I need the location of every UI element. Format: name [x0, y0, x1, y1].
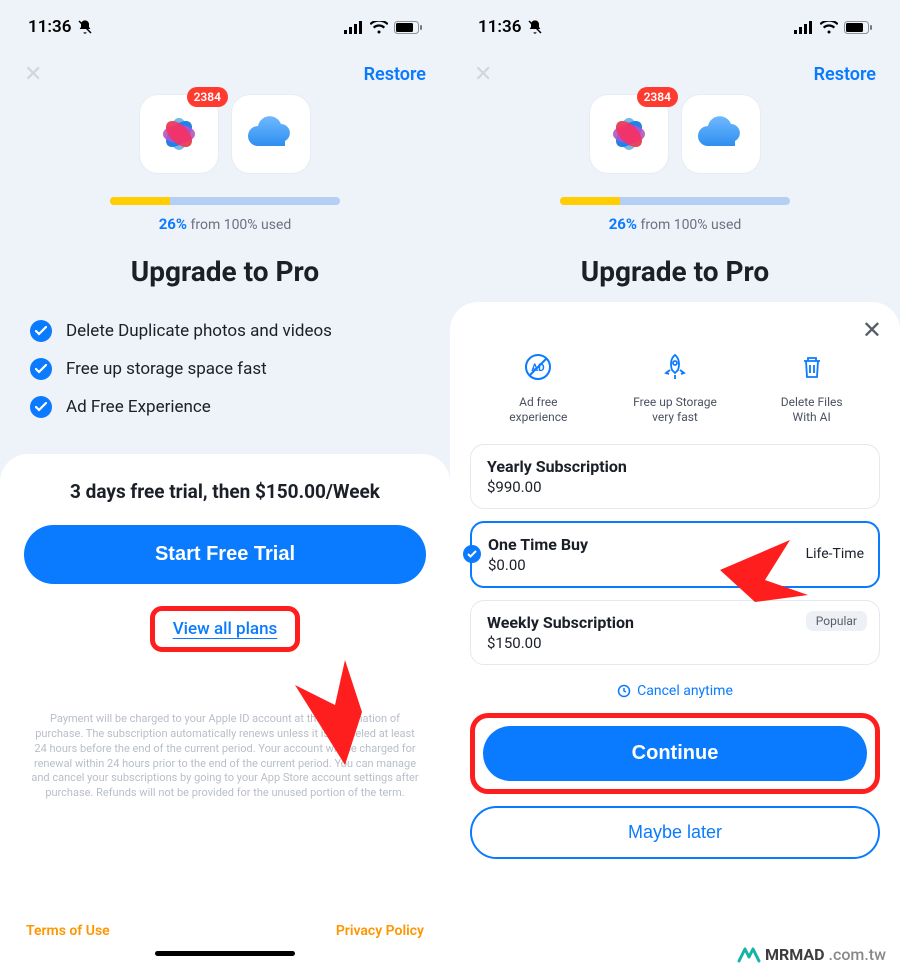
cancel-anytime-note: Cancel anytime — [470, 683, 880, 699]
wifi-icon — [370, 21, 388, 34]
battery-icon — [844, 21, 872, 34]
hero-icons: 2384 — [0, 95, 450, 173]
bell-off-icon — [77, 19, 93, 35]
feature-item: Delete Duplicate photos and videos — [30, 312, 420, 350]
photos-app-icon: 2384 — [140, 95, 218, 173]
feature-item: Free up storage space fast — [30, 350, 420, 388]
privacy-link[interactable]: Privacy Policy — [336, 923, 424, 939]
benefit-label: Delete Files — [781, 395, 843, 409]
rocket-icon — [660, 352, 690, 382]
progress-bar — [110, 197, 340, 205]
trial-description: 3 days free trial, then $150.00/Week — [24, 480, 426, 503]
plan-selected-check-icon — [463, 545, 481, 563]
close-plans-icon[interactable]: ✕ — [862, 316, 882, 344]
check-icon — [30, 358, 52, 380]
page-title: Upgrade to Pro — [450, 255, 900, 288]
feature-text: Free up storage space fast — [66, 359, 267, 379]
check-icon — [30, 320, 52, 342]
clock-icon — [617, 684, 631, 698]
progress-text: 26% from 100% used — [560, 215, 790, 233]
cloud-icon — [695, 116, 747, 152]
benefit-free-storage: Free up Storagevery fast — [620, 352, 730, 426]
check-icon — [30, 396, 52, 418]
photos-flower-icon — [154, 109, 204, 159]
top-nav: ✕ Restore — [450, 48, 900, 91]
storage-progress: 26% from 100% used — [560, 197, 790, 233]
plan-price: $990.00 — [487, 478, 863, 496]
top-nav: ✕ Restore — [0, 48, 450, 91]
storage-progress: 26% from 100% used — [110, 197, 340, 233]
cellular-icon — [794, 21, 814, 34]
close-icon[interactable]: ✕ — [474, 62, 492, 87]
progress-bar — [560, 197, 790, 205]
legal-fine-print: Payment will be charged to your Apple ID… — [24, 712, 426, 801]
plan-yearly[interactable]: Yearly Subscription $990.00 — [470, 444, 880, 509]
battery-icon — [394, 21, 422, 34]
photos-flower-icon — [604, 109, 654, 159]
bell-off-icon — [527, 19, 543, 35]
restore-button[interactable]: Restore — [814, 64, 876, 85]
trial-card: 3 days free trial, then $150.00/Week Sta… — [0, 454, 450, 978]
photos-app-icon: 2384 — [590, 95, 668, 173]
plan-weekly[interactable]: Popular Weekly Subscription $150.00 — [470, 600, 880, 665]
plan-name: Yearly Subscription — [487, 457, 863, 476]
popular-tag: Popular — [806, 611, 867, 631]
restore-button[interactable]: Restore — [364, 64, 426, 85]
continue-button[interactable]: Continue — [483, 726, 867, 781]
hero-icons: 2384 — [450, 95, 900, 173]
status-time: 11:36 — [478, 17, 521, 37]
terms-link[interactable]: Terms of Use — [26, 923, 110, 939]
footer-links: Terms of Use Privacy Policy — [24, 917, 426, 943]
watermark-domain: .com.tw — [829, 945, 886, 964]
trash-icon — [797, 352, 827, 382]
feature-list: Delete Duplicate photos and videos Free … — [30, 312, 420, 426]
progress-fill — [560, 197, 620, 205]
photos-badge-count: 2384 — [637, 87, 678, 107]
watermark: MRMAD.com.tw — [737, 945, 886, 964]
progress-suffix: from 100% used — [637, 217, 741, 233]
progress-text: 26% from 100% used — [110, 215, 340, 233]
benefits-row: AD Ad freeexperience Free up Storagevery… — [470, 352, 880, 426]
progress-percent: 26% — [609, 215, 637, 233]
start-free-trial-button[interactable]: Start Free Trial — [24, 525, 426, 584]
progress-fill — [110, 197, 170, 205]
feature-text: Delete Duplicate photos and videos — [66, 321, 332, 341]
status-bar: 11:36 — [0, 0, 450, 48]
status-bar: 11:36 — [450, 0, 900, 48]
benefit-ad-free: AD Ad freeexperience — [483, 352, 593, 426]
cloud-icon — [245, 116, 297, 152]
benefit-label: Free up Storage — [633, 395, 717, 409]
screen-left: 11:36 ✕ Restore — [0, 0, 450, 978]
benefit-label: With AI — [793, 410, 831, 424]
progress-percent: 26% — [159, 215, 187, 233]
benefit-delete-ai: Delete FilesWith AI — [757, 352, 867, 426]
plan-price: $150.00 — [487, 634, 863, 652]
icloud-app-icon — [682, 95, 760, 173]
feature-item: Ad Free Experience — [30, 388, 420, 426]
watermark-logo-icon — [737, 947, 761, 963]
benefit-label: very fast — [652, 410, 698, 424]
continue-highlight: Continue — [470, 713, 880, 794]
ad-free-icon: AD — [523, 352, 553, 382]
icloud-app-icon — [232, 95, 310, 173]
view-all-plans-link[interactable]: View all plans — [150, 606, 301, 652]
page-title: Upgrade to Pro — [0, 255, 450, 288]
screen-right: 11:36 ✕ Restore — [450, 0, 900, 978]
benefit-label: experience — [509, 410, 567, 424]
home-indicator[interactable] — [155, 951, 295, 956]
plan-duration: Life-Time — [806, 546, 864, 562]
plans-card: ✕ AD Ad freeexperience Free up Storageve… — [450, 302, 900, 978]
cancel-anytime-text: Cancel anytime — [637, 683, 733, 699]
benefit-label: Ad free — [519, 395, 557, 409]
photos-badge-count: 2384 — [187, 87, 228, 107]
maybe-later-button[interactable]: Maybe later — [470, 806, 880, 859]
feature-text: Ad Free Experience — [66, 397, 211, 417]
status-time: 11:36 — [28, 17, 71, 37]
close-icon[interactable]: ✕ — [24, 62, 42, 87]
cellular-icon — [344, 21, 364, 34]
progress-suffix: from 100% used — [187, 217, 291, 233]
watermark-brand: MRMAD — [765, 945, 825, 964]
wifi-icon — [820, 21, 838, 34]
plan-one-time[interactable]: One Time Buy $0.00 Life-Time — [470, 521, 880, 588]
